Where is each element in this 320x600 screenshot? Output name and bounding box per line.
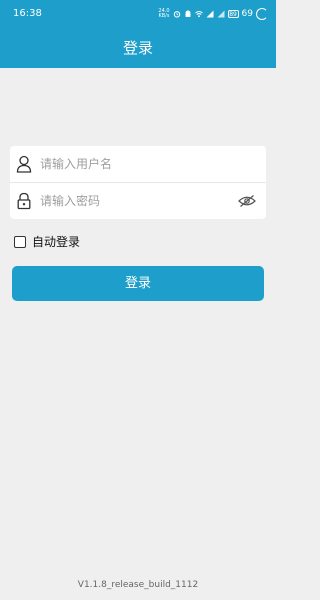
username-input[interactable] bbox=[40, 154, 230, 174]
status-time: 16:38 bbox=[13, 8, 42, 19]
user-icon bbox=[16, 155, 32, 173]
alarm-icon bbox=[173, 11, 180, 18]
app-header: 登录 bbox=[0, 28, 276, 68]
network-speed-unit: KB/s bbox=[158, 13, 170, 19]
auto-login-checkbox[interactable] bbox=[14, 236, 26, 248]
username-row bbox=[10, 146, 266, 182]
lock-icon bbox=[17, 192, 31, 210]
android-icon bbox=[185, 10, 191, 17]
version-text: V1.1.8_release_build_1112 bbox=[77, 580, 199, 590]
password-input[interactable] bbox=[40, 191, 230, 211]
login-form-card bbox=[10, 146, 266, 219]
login-button[interactable]: 登录 bbox=[12, 266, 264, 301]
battery-badge: 89 bbox=[227, 10, 239, 18]
auto-login-label: 自动登录 bbox=[32, 235, 81, 249]
password-row bbox=[10, 183, 266, 219]
battery-level: 69 bbox=[241, 9, 253, 19]
status-bar: 16:38 24.0 KB/s 89 69 bbox=[0, 0, 276, 28]
page-title: 登录 bbox=[122, 39, 153, 57]
status-icons: 24.0 KB/s 89 69 bbox=[158, 7, 268, 21]
wifi-icon bbox=[194, 11, 203, 18]
network-speed: 24.0 KB/s bbox=[158, 9, 169, 19]
eye-off-icon[interactable] bbox=[238, 194, 256, 208]
signal-icon bbox=[206, 10, 214, 18]
signal-2-icon bbox=[217, 10, 225, 18]
battery-ring-icon bbox=[256, 8, 268, 20]
auto-login-toggle[interactable]: 自动登录 bbox=[14, 233, 80, 251]
